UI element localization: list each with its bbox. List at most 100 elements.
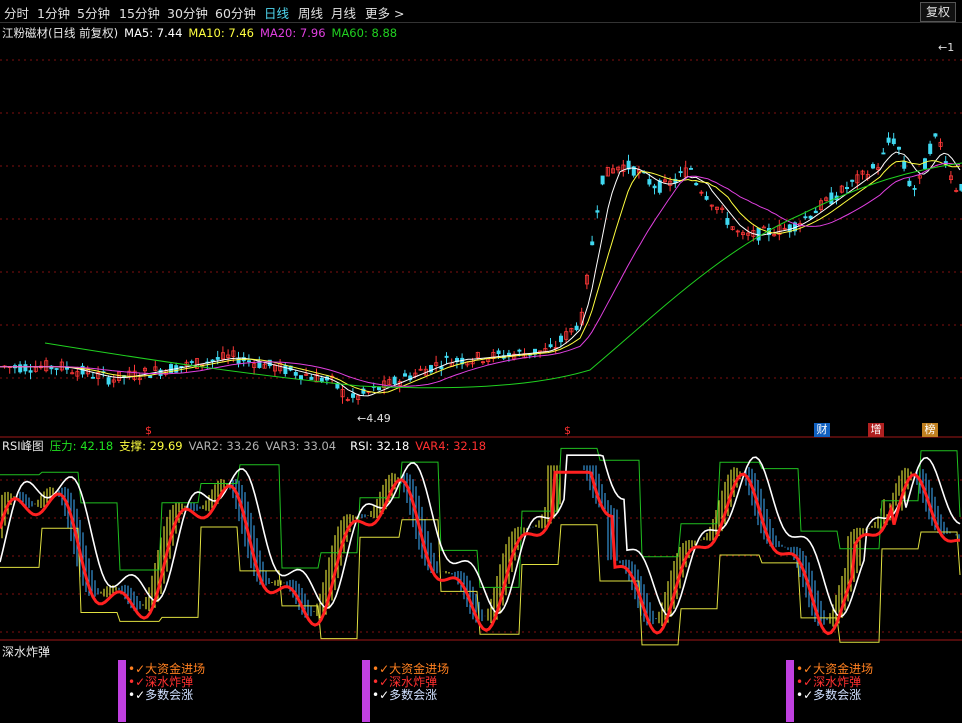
support-value: 支撑: 29.69 — [119, 439, 183, 453]
check-icon: •✓ — [372, 688, 390, 702]
candle-body — [319, 377, 324, 382]
tab-0[interactable]: 分时 — [4, 3, 29, 22]
candle-body — [309, 376, 314, 380]
signal-marker: $ — [564, 424, 571, 437]
increase-badge[interactable]: 增 — [868, 423, 884, 437]
ma10-value: MA10: 7.46 — [188, 26, 254, 40]
var4-value: VAR4: 32.18 — [415, 439, 487, 453]
candle-body — [886, 137, 891, 143]
low-price-label: ←4.49 — [357, 412, 391, 425]
stock-title: 江粉磁材(日线 前复权) — [2, 26, 119, 40]
candle-body — [813, 210, 818, 214]
candle-body — [891, 138, 896, 145]
candle-body — [350, 393, 355, 398]
candle-body — [517, 349, 522, 352]
candle-body — [652, 185, 657, 189]
candle-body — [928, 143, 933, 154]
candle-body — [829, 192, 834, 205]
rsi-peak-chart — [0, 447, 961, 646]
signal-item: •✓多数会涨 — [372, 686, 437, 703]
signal-item: •✓多数会涨 — [128, 686, 193, 703]
tab-9[interactable]: 更多 > — [365, 3, 404, 22]
candle-body — [559, 335, 564, 343]
candle-body — [850, 179, 855, 182]
candle-body — [18, 364, 23, 373]
candle-body — [496, 350, 501, 355]
ma60-value: MA60: 8.88 — [331, 26, 398, 40]
candle-body — [548, 344, 553, 348]
candle-body — [761, 226, 766, 229]
candle-body — [392, 376, 397, 385]
grid-lines — [0, 59, 962, 641]
signal-item-label: 多数会涨 — [145, 688, 194, 702]
restore-rights-button[interactable]: 复权 — [920, 2, 956, 22]
candle-body — [871, 164, 876, 169]
rsi-value: RSI: 32.18 — [350, 439, 410, 453]
candle-body — [376, 386, 381, 391]
candle-body — [902, 161, 907, 169]
candle-body — [808, 215, 813, 219]
candle-body — [912, 188, 917, 190]
check-icon: •✓ — [128, 688, 146, 702]
candle-body — [148, 375, 153, 378]
tab-3[interactable]: 15分钟 — [119, 3, 160, 22]
ranking-badge[interactable]: 榜 — [922, 423, 938, 437]
tab-5[interactable]: 60分钟 — [215, 3, 256, 22]
chart-canvas[interactable] — [0, 0, 962, 723]
candle-body — [215, 357, 220, 360]
candle-body — [933, 133, 938, 137]
candle-body — [600, 175, 605, 185]
var2-value: VAR2: 33.26 — [188, 439, 260, 453]
candle-body — [678, 171, 683, 174]
candle-body — [845, 187, 850, 190]
period-toolbar: 分时 1分钟 5分钟 15分钟 30分钟 60分钟 日线 周线 月线 更多 > — [0, 0, 962, 23]
ma-line — [0, 162, 961, 387]
tab-4[interactable]: 30分钟 — [167, 3, 208, 22]
candle-body — [595, 210, 600, 213]
candle-body — [590, 241, 595, 246]
candle-body — [574, 325, 579, 331]
candle-body — [694, 183, 699, 186]
tab-8[interactable]: 月线 — [331, 3, 356, 22]
signal-bar — [118, 660, 126, 722]
signal-item: •✓多数会涨 — [796, 686, 861, 703]
moving-average-lines — [0, 151, 962, 397]
rsi-panel-title: RSI峰图 — [2, 439, 44, 453]
signal-panel-title: 深水炸弹 — [2, 645, 51, 659]
candle-body — [283, 365, 288, 375]
candle-body — [881, 152, 886, 155]
candle-body — [91, 376, 96, 379]
finance-badge[interactable]: 财 — [814, 423, 830, 437]
candle-body — [647, 179, 652, 185]
signal-bar — [786, 660, 794, 722]
high-price-label: ←1 — [938, 41, 955, 54]
candle-body — [106, 377, 111, 385]
candle-body — [402, 373, 407, 377]
ma20-value: MA20: 7.96 — [259, 26, 326, 40]
candle-body — [293, 372, 298, 376]
pressure-value: 压力: 42.18 — [49, 439, 114, 453]
var3-value: VAR3: 33.04 — [265, 439, 337, 453]
candle-body — [689, 167, 694, 170]
tab-1[interactable]: 1分钟 — [37, 3, 70, 22]
check-icon: •✓ — [796, 688, 814, 702]
signal-item-label: 多数会涨 — [813, 688, 862, 702]
candle-body — [189, 361, 194, 363]
signal-marker: $ — [145, 424, 152, 437]
tab-2[interactable]: 5分钟 — [77, 3, 110, 22]
candle-body — [210, 359, 215, 362]
candle-body — [444, 355, 449, 358]
tab-7[interactable]: 周线 — [298, 3, 323, 22]
candle-body — [756, 227, 761, 241]
candle-body — [298, 375, 303, 380]
rsi-legend: RSI峰图 压力: 42.18 支撑: 29.69 VAR2: 33.26 VAR3: … — [2, 438, 492, 454]
candle-body — [907, 180, 912, 187]
candle-body — [246, 360, 251, 363]
candle-body — [23, 364, 28, 372]
candle-body — [923, 158, 928, 169]
ma5-value: MA5: 7.44 — [124, 26, 183, 40]
signal-bar — [362, 660, 370, 722]
signal-item-label: 多数会涨 — [389, 688, 438, 702]
candle-body — [803, 216, 808, 219]
tab-6[interactable]: 日线 — [264, 3, 289, 22]
